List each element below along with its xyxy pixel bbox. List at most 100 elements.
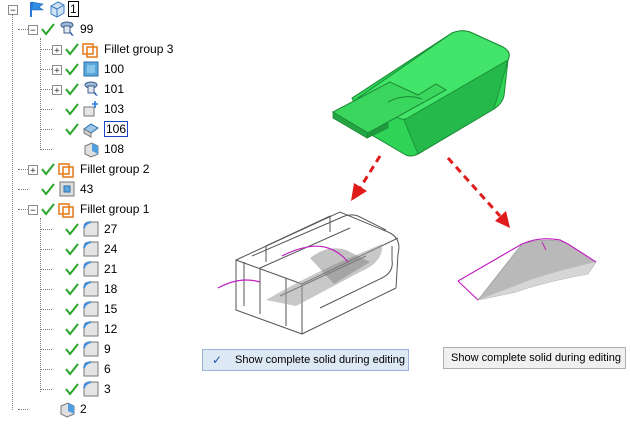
tree-node-label[interactable]: 27 [104, 222, 117, 236]
fillet-icon [83, 221, 99, 237]
checkmark-icon [65, 83, 79, 96]
collapse-toggle[interactable]: − [28, 25, 38, 36]
fillet-icon [83, 261, 99, 277]
tree-row-n101[interactable]: +101 [0, 80, 200, 98]
tree-node-label[interactable]: 15 [104, 302, 117, 316]
tree-node-label[interactable]: 2 [80, 402, 87, 416]
tree-node-label[interactable]: 21 [104, 262, 117, 276]
feature-lamp-icon [84, 81, 98, 96]
feature-tree: − 1 −99 + Fillet group 3 +100 +101 103 106 108 +… [0, 0, 210, 424]
option-label: Show complete solid during editing [235, 354, 405, 366]
solid-block-icon [60, 402, 75, 418]
tree-node-label[interactable]: 43 [80, 182, 93, 196]
collapse-toggle[interactable]: − [8, 5, 18, 16]
checkmark-icon [65, 123, 79, 136]
tree-node-label[interactable]: Fillet group 2 [80, 162, 149, 176]
fillet-icon [83, 281, 99, 297]
tree-node-label[interactable]: 101 [104, 82, 124, 96]
tree-row-n24[interactable]: 24 [0, 240, 200, 258]
expand-toggle[interactable]: + [52, 65, 62, 76]
checkmark-icon [65, 283, 79, 296]
tree-row-n27[interactable]: 27 [0, 220, 200, 238]
checkmark-icon [41, 203, 55, 216]
option-label: Show complete solid during editing [451, 352, 621, 364]
tree-row-n43[interactable]: 43 [0, 180, 200, 198]
tree-row-n6[interactable]: 6 [0, 360, 200, 378]
red-arrow-left [351, 155, 382, 201]
fillet-group-icon [58, 163, 74, 178]
model-illustration [217, 30, 597, 335]
checkmark-icon [65, 343, 79, 356]
tree-node-label[interactable]: 100 [104, 62, 124, 76]
checkmark-icon [41, 183, 55, 196]
tree-row-n103[interactable]: 103 [0, 100, 200, 118]
tree-node-label[interactable]: 3 [104, 382, 111, 396]
expand-toggle[interactable]: + [52, 45, 62, 56]
fillet-icon [83, 341, 99, 357]
tree-row-n108[interactable]: 108 [0, 140, 200, 158]
expand-toggle[interactable]: + [52, 85, 62, 96]
tree-node-label[interactable]: 12 [104, 322, 117, 336]
checkmark-icon [65, 303, 79, 316]
fillet-group-icon [82, 43, 98, 58]
tree-row-fg2[interactable]: + Fillet group 2 [0, 160, 200, 178]
checkmark-icon [65, 63, 79, 76]
collapse-toggle[interactable]: − [28, 205, 38, 216]
tree-row-fg3[interactable]: + Fillet group 3 [0, 40, 200, 58]
show-complete-solid-checked-button[interactable]: ✓ Show complete solid during editing [202, 349, 409, 371]
green-solid-model [331, 30, 510, 157]
tree-node-label[interactable]: 106 [104, 121, 129, 137]
tree-root-row[interactable]: − 1 [0, 0, 90, 18]
tree-node-label[interactable]: 9 [104, 342, 111, 356]
block-face-icon [59, 181, 75, 197]
checkmark-icon: ✓ [212, 353, 223, 367]
checkmark-icon [41, 163, 55, 176]
checkmark-icon [65, 223, 79, 236]
tree-node-label[interactable]: Fillet group 1 [80, 202, 149, 216]
tree-row-n15[interactable]: 15 [0, 300, 200, 318]
red-arrow-right [446, 156, 510, 228]
tree-row-fg1[interactable]: − Fillet group 1 [0, 200, 200, 218]
tree-row-n18[interactable]: 18 [0, 280, 200, 298]
tree-node-label[interactable]: 99 [80, 22, 93, 36]
tree-row-n99[interactable]: − 99 [0, 20, 200, 38]
tree-node-label[interactable]: Fillet group 3 [104, 42, 173, 56]
show-complete-solid-unchecked-button[interactable]: Show complete solid during editing [443, 347, 626, 369]
checkmark-icon [65, 243, 79, 256]
fillet-group-icon [58, 203, 74, 218]
checkmark-icon [65, 323, 79, 336]
tree-row-n12[interactable]: 12 [0, 320, 200, 338]
tree-node-label[interactable]: 6 [104, 362, 111, 376]
checkmark-icon [65, 363, 79, 376]
surface-icon [83, 61, 99, 77]
fillet-icon [83, 361, 99, 377]
tree-row-n100[interactable]: +100 [0, 60, 200, 78]
tree-connector [12, 14, 13, 410]
flag-icon [30, 1, 44, 17]
fillet-icon [83, 301, 99, 317]
blend-icon [83, 123, 99, 138]
part-icon [50, 1, 65, 18]
fillet-icon [83, 321, 99, 337]
checkmark-icon [41, 23, 55, 36]
tree-row-n2[interactable]: 2 [0, 400, 200, 418]
tree-row-n9[interactable]: 9 [0, 340, 200, 358]
checkmark-icon [65, 383, 79, 396]
checkmark-icon [65, 263, 79, 276]
tree-node-label[interactable]: 103 [104, 102, 124, 116]
tree-node-label[interactable]: 24 [104, 242, 117, 256]
checkmark-icon [65, 43, 79, 56]
tree-row-n3[interactable]: 3 [0, 380, 200, 398]
tree-row-n21[interactable]: 21 [0, 260, 200, 278]
tree-connector [40, 218, 41, 392]
tree-node-label[interactable]: 18 [104, 282, 117, 296]
fillet-icon [83, 381, 99, 397]
tree-connector [40, 38, 41, 150]
root-label[interactable]: 1 [68, 1, 79, 17]
expand-toggle[interactable]: + [28, 165, 38, 176]
checkmark-icon [65, 103, 79, 116]
tree-row-n106[interactable]: 106 [0, 120, 200, 138]
feature-lamp-icon [60, 21, 74, 36]
tree-node-label[interactable]: 108 [104, 142, 124, 156]
solid-block-icon [84, 142, 99, 158]
